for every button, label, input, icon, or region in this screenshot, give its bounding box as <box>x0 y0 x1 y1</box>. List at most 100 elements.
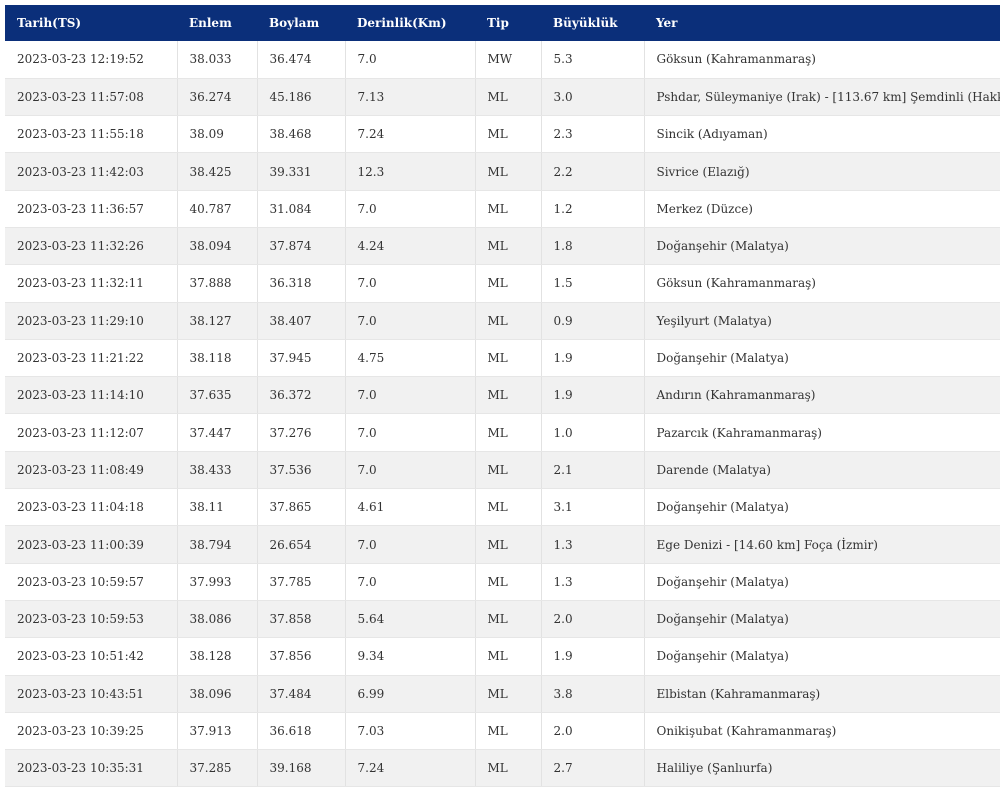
cell-latitude: 36.274 <box>177 78 258 117</box>
cell-place: Doğanşehir (Malatya) <box>644 227 1000 266</box>
table-row[interactable]: 2023-03-23 11:04:18 38.11 37.865 4.61 ML 3.1 D… <box>5 488 1000 527</box>
cell-latitude: 38.033 <box>177 41 258 79</box>
cell-depth: 7.0 <box>345 41 476 79</box>
cell-type: ML <box>475 600 542 639</box>
cell-depth: 7.0 <box>345 264 476 303</box>
earthquake-table-container: Tarih(TS) Enlem Boylam Derinlik(Km) Tip … <box>5 5 1000 788</box>
table-row[interactable]: 2023-03-23 12:19:52 38.033 36.474 7.0 MW 5.3 G… <box>5 41 1000 79</box>
cell-longitude: 45.186 <box>257 78 346 117</box>
cell-type: ML <box>475 227 542 266</box>
column-header-magnitude[interactable]: Büyüklük <box>541 5 644 41</box>
cell-depth: 7.0 <box>345 525 476 564</box>
table-row[interactable]: 2023-03-23 11:12:07 37.447 37.276 7.0 ML 1.0 P… <box>5 413 1000 452</box>
cell-type: ML <box>475 115 542 154</box>
cell-magnitude: 1.3 <box>541 525 645 564</box>
cell-place: Elbistan (Kahramanmaraş) <box>644 675 1000 713</box>
table-row[interactable]: 2023-03-23 10:35:31 37.285 39.168 7.24 ML 2.7… <box>5 749 1000 788</box>
cell-latitude: 38.086 <box>177 600 258 639</box>
cell-place: Göksun (Kahramanmaraş) <box>644 264 1000 303</box>
table-row[interactable]: 2023-03-23 11:57:08 36.274 45.186 7.13 ML 3.0… <box>5 78 1000 117</box>
cell-type: ML <box>475 264 542 303</box>
cell-place: Haliliye (Şanlıurfa) <box>644 749 1000 788</box>
cell-magnitude: 1.3 <box>541 563 645 601</box>
cell-date: 2023-03-23 10:39:25 <box>5 712 178 751</box>
cell-place: Pshdar, Süleymaniye (Irak) - [113.67 km]… <box>644 78 1000 117</box>
cell-latitude: 38.127 <box>177 302 258 340</box>
cell-place: Doğanşehir (Malatya) <box>644 339 1000 378</box>
cell-depth: 12.3 <box>345 152 476 191</box>
column-header-depth[interactable]: Derinlik(Km) <box>345 5 475 41</box>
cell-longitude: 37.945 <box>257 339 346 378</box>
table-row[interactable]: 2023-03-23 11:32:26 38.094 37.874 4.24 ML 1.8… <box>5 227 1000 266</box>
cell-date: 2023-03-23 11:04:18 <box>5 488 178 527</box>
cell-magnitude: 5.3 <box>541 41 645 79</box>
cell-longitude: 38.468 <box>257 115 346 154</box>
cell-longitude: 36.474 <box>257 41 346 79</box>
cell-place: Sincik (Adıyaman) <box>644 115 1000 154</box>
table-row[interactable]: 2023-03-23 11:00:39 38.794 26.654 7.0 ML 1.3 E… <box>5 525 1000 564</box>
column-header-latitude[interactable]: Enlem <box>177 5 257 41</box>
cell-date: 2023-03-23 10:51:42 <box>5 637 178 676</box>
column-header-longitude[interactable]: Boylam <box>257 5 345 41</box>
cell-type: ML <box>475 675 542 713</box>
cell-longitude: 37.865 <box>257 488 346 527</box>
cell-depth: 7.0 <box>345 563 476 601</box>
table-row[interactable]: 2023-03-23 11:55:18 38.09 38.468 7.24 ML 2.3 S… <box>5 115 1000 154</box>
cell-type: ML <box>475 302 542 340</box>
cell-latitude: 37.635 <box>177 376 258 415</box>
cell-depth: 5.64 <box>345 600 476 639</box>
cell-type: ML <box>475 413 542 452</box>
cell-latitude: 38.09 <box>177 115 258 154</box>
cell-longitude: 37.536 <box>257 451 346 490</box>
cell-latitude: 37.993 <box>177 563 258 601</box>
cell-depth: 4.24 <box>345 227 476 266</box>
table-row[interactable]: 2023-03-23 11:14:10 37.635 36.372 7.0 ML 1.9 A… <box>5 376 1000 415</box>
cell-latitude: 38.128 <box>177 637 258 676</box>
cell-longitude: 37.785 <box>257 563 346 601</box>
table-row[interactable]: 2023-03-23 10:43:51 38.096 37.484 6.99 ML 3.8… <box>5 675 1000 713</box>
table-row[interactable]: 2023-03-23 10:59:57 37.993 37.785 7.0 ML 1.3 D… <box>5 563 1000 601</box>
cell-date: 2023-03-23 11:12:07 <box>5 413 178 452</box>
cell-magnitude: 2.7 <box>541 749 645 788</box>
table-row[interactable]: 2023-03-23 11:21:22 38.118 37.945 4.75 ML 1.9… <box>5 339 1000 378</box>
cell-latitude: 37.285 <box>177 749 258 788</box>
cell-longitude: 38.407 <box>257 302 346 340</box>
cell-magnitude: 1.0 <box>541 413 645 452</box>
table-row[interactable]: 2023-03-23 11:36:57 40.787 31.084 7.0 ML 1.2 M… <box>5 190 1000 228</box>
table-row[interactable]: 2023-03-23 11:32:11 37.888 36.318 7.0 ML 1.5 G… <box>5 264 1000 303</box>
cell-type: ML <box>475 78 542 117</box>
cell-latitude: 38.118 <box>177 339 258 378</box>
cell-depth: 9.34 <box>345 637 476 676</box>
cell-magnitude: 2.2 <box>541 152 645 191</box>
cell-place: Doğanşehir (Malatya) <box>644 563 1000 601</box>
table-row[interactable]: 2023-03-23 10:39:25 37.913 36.618 7.03 ML 2.0… <box>5 712 1000 751</box>
column-header-place[interactable]: Yer <box>644 5 1000 41</box>
table-row[interactable]: 2023-03-23 11:29:10 38.127 38.407 7.0 ML 0.9 Y… <box>5 302 1000 340</box>
cell-type: ML <box>475 339 542 378</box>
cell-longitude: 36.618 <box>257 712 346 751</box>
table-row[interactable]: 2023-03-23 10:59:53 38.086 37.858 5.64 ML 2.0… <box>5 600 1000 639</box>
cell-depth: 7.0 <box>345 451 476 490</box>
cell-place: Doğanşehir (Malatya) <box>644 600 1000 639</box>
cell-latitude: 38.433 <box>177 451 258 490</box>
cell-place: Doğanşehir (Malatya) <box>644 637 1000 676</box>
cell-magnitude: 1.9 <box>541 376 645 415</box>
table-row[interactable]: 2023-03-23 10:51:42 38.128 37.856 9.34 ML 1.9… <box>5 637 1000 676</box>
cell-longitude: 39.168 <box>257 749 346 788</box>
cell-longitude: 26.654 <box>257 525 346 564</box>
cell-date: 2023-03-23 10:43:51 <box>5 675 178 713</box>
column-header-type[interactable]: Tip <box>475 5 541 41</box>
cell-type: ML <box>475 749 542 788</box>
cell-place: Merkez (Düzce) <box>644 190 1000 228</box>
cell-depth: 7.0 <box>345 413 476 452</box>
cell-longitude: 37.856 <box>257 637 346 676</box>
table-row[interactable]: 2023-03-23 11:08:49 38.433 37.536 7.0 ML 2.1 D… <box>5 451 1000 490</box>
table-row[interactable]: 2023-03-23 11:42:03 38.425 39.331 12.3 ML 2.2… <box>5 152 1000 191</box>
cell-place: Doğanşehir (Malatya) <box>644 488 1000 527</box>
cell-longitude: 37.276 <box>257 413 346 452</box>
cell-date: 2023-03-23 11:32:26 <box>5 227 178 266</box>
cell-date: 2023-03-23 11:36:57 <box>5 190 178 228</box>
column-header-date[interactable]: Tarih(TS) <box>5 5 177 41</box>
cell-date: 2023-03-23 11:29:10 <box>5 302 178 340</box>
cell-depth: 6.99 <box>345 675 476 713</box>
